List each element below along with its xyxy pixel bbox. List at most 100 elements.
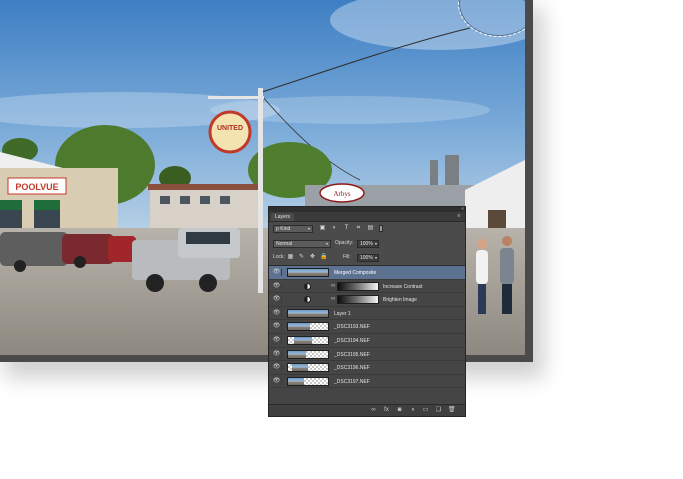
lock-all-icon[interactable]: 🔒 (320, 254, 327, 261)
layer-name: Layer 1 (334, 310, 351, 317)
visibility-eye-icon[interactable]: 👁 (272, 336, 282, 344)
awning (0, 200, 22, 210)
layer-thumbnail[interactable] (287, 268, 329, 277)
footer-icons: ∞ fx ◙ ◑ ▭ ❏ 🗑 (370, 407, 455, 414)
adjustment-layer-icon[interactable] (304, 296, 311, 304)
layers-panel: « Layers ≡ ρ Kind ▾ ▣ ◐ T ⌗ ▤ Normal ▾ Opaci… (268, 206, 466, 417)
layer-thumbnail[interactable] (287, 363, 329, 373)
layer-row[interactable]: 👁 ∞ Increase Contrast (269, 280, 465, 294)
layer-thumbnail[interactable] (287, 349, 329, 359)
motel-roof (148, 184, 262, 190)
link-layers-icon[interactable]: ∞ (370, 407, 377, 414)
adjustment-layer-icon[interactable] (304, 282, 311, 290)
window (34, 210, 60, 230)
thumbnail-image (292, 364, 308, 372)
pedestrian-legs (478, 284, 486, 314)
layer-thumbnail[interactable] (287, 335, 329, 345)
wheel (146, 274, 164, 292)
layer-thumbnail[interactable] (287, 308, 329, 318)
layer-row[interactable]: 👁 Merged Composite (269, 266, 465, 280)
new-layer-icon[interactable]: ❏ (435, 407, 442, 414)
layer-filter-row: ρ Kind ▾ ▣ ◐ T ⌗ ▤ (273, 225, 463, 234)
shape-filter-icon[interactable]: ⌗ (355, 225, 362, 232)
visibility-eye-icon[interactable]: 👁 (272, 323, 282, 331)
thumbnail-image (288, 377, 304, 385)
visibility-eye-icon[interactable]: 👁 (272, 364, 282, 372)
car (0, 232, 68, 266)
layer-thumbnail[interactable] (287, 322, 329, 332)
opacity-label: Opacity: (335, 240, 354, 246)
visibility-eye-icon[interactable]: 👁 (272, 282, 282, 290)
wheel (74, 256, 86, 268)
layer-style-icon[interactable]: fx (383, 407, 390, 414)
awning (34, 200, 60, 210)
add-mask-icon[interactable]: ◙ (396, 407, 403, 414)
car (108, 236, 136, 262)
thumbnail-image (288, 269, 328, 276)
layer-mask-thumbnail[interactable] (337, 295, 379, 305)
round-sign (208, 110, 252, 154)
fill-value: 100% (360, 255, 373, 261)
layer-row[interactable]: 👁 _DSC3193.NEF (269, 320, 465, 334)
layer-mask-thumbnail[interactable] (337, 281, 379, 291)
blend-row: Normal ▾ Opacity: 100% ▾ (273, 240, 463, 249)
mask-link-icon[interactable]: ∞ (331, 296, 335, 303)
lock-transparent-pixels-icon[interactable]: ▦ (287, 254, 294, 261)
layer-name: _DSC3195.NEF (334, 351, 370, 358)
store-sign-text: POOLVUE (15, 182, 58, 192)
visibility-eye-icon[interactable]: 👁 (272, 309, 282, 317)
smart-object-filter-icon[interactable]: ▤ (367, 225, 374, 232)
filter-kind-label: Kind (280, 226, 291, 232)
thumbnail-image (288, 350, 306, 358)
filter-icons: ▣ ◐ T ⌗ ▤ (319, 225, 374, 233)
tab-layers[interactable]: Layers (271, 213, 295, 221)
layer-row[interactable]: 👁 Layer 1 (269, 307, 465, 321)
window (220, 196, 230, 204)
layer-row[interactable]: 👁 ∞ Brighten Image (269, 293, 465, 307)
blend-mode-select[interactable]: Normal ▾ (273, 240, 331, 248)
visibility-eye-icon[interactable]: 👁 (272, 350, 282, 358)
layer-name: Merged Composite (334, 270, 377, 276)
layer-row[interactable]: 👁 _DSC3194.NEF (269, 334, 465, 348)
filter-kind-select[interactable]: ρ Kind ▾ (273, 225, 313, 233)
filter-toggle-switch[interactable] (379, 225, 383, 232)
chevron-down-icon: ▾ (325, 241, 328, 246)
adjustment-filter-icon[interactable]: ◐ (331, 225, 338, 232)
layer-name: _DSC3196.NEF (334, 365, 370, 372)
fill-input[interactable]: 100% ▾ (357, 254, 379, 262)
sign-arm (208, 96, 264, 99)
pedestrian (500, 248, 514, 284)
lock-label: Lock: (273, 254, 285, 260)
motel-building (150, 186, 260, 230)
lock-icons: ▦ ✎ ✥ 🔒 (287, 254, 328, 261)
delete-layer-icon[interactable]: 🗑 (448, 407, 456, 414)
panel-tab-bar: Layers ≡ (269, 212, 465, 222)
thumbnail-image (294, 336, 312, 344)
layers-list: 👁 Merged Composite 👁 ∞ Increase Contrast 👁 ∞ Br… (269, 265, 465, 406)
lock-position-icon[interactable]: ✥ (309, 254, 316, 261)
layer-row[interactable]: 👁 _DSC3197.NEF (269, 375, 465, 389)
visibility-eye-icon[interactable]: 👁 (272, 296, 282, 304)
layer-row[interactable]: 👁 _DSC3196.NEF (269, 361, 465, 375)
visibility-eye-icon[interactable]: 👁 (272, 377, 282, 385)
panel-menu-icon[interactable]: ≡ (456, 214, 462, 219)
visibility-eye-icon[interactable]: 👁 (272, 269, 282, 276)
chevron-down-icon: ▾ (307, 226, 310, 231)
oval-sign-text: Arbys (333, 190, 350, 198)
lock-row: Lock: ▦ ✎ ✥ 🔒 Fill: 100% ▾ (273, 254, 463, 263)
new-adjustment-icon[interactable]: ◑ (409, 407, 416, 414)
opacity-input[interactable]: 100% ▾ (357, 240, 379, 248)
layer-thumbnail[interactable] (287, 376, 329, 386)
window (160, 196, 170, 204)
type-filter-icon[interactable]: T (343, 225, 350, 232)
pedestrian-head (477, 239, 487, 249)
thumbnail-image (288, 309, 328, 317)
window (200, 196, 210, 204)
car (62, 234, 114, 264)
chimney (445, 155, 459, 185)
lock-image-pixels-icon[interactable]: ✎ (298, 254, 305, 261)
new-group-icon[interactable]: ▭ (422, 407, 429, 414)
layer-row[interactable]: 👁 _DSC3195.NEF (269, 348, 465, 362)
mask-link-icon[interactable]: ∞ (331, 283, 335, 290)
image-filter-icon[interactable]: ▣ (319, 225, 326, 232)
